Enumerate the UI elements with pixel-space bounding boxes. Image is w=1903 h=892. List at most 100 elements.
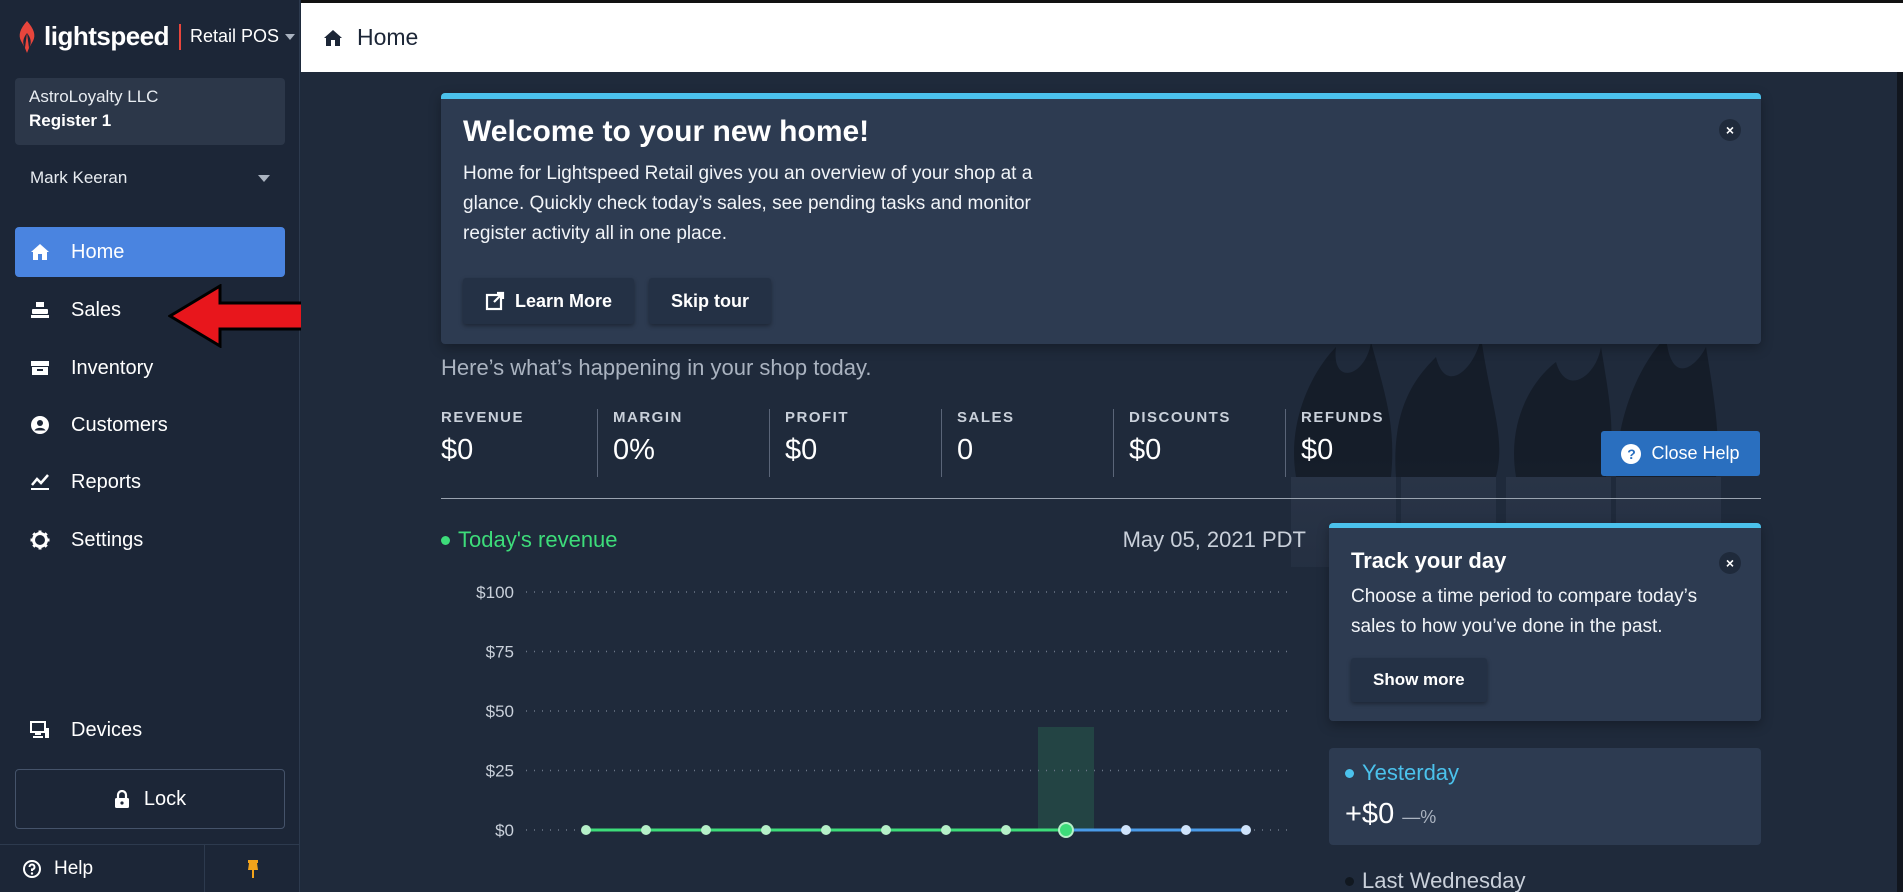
- metric-sales: SALES 0: [957, 409, 1114, 477]
- todays-revenue-text: Today's revenue: [458, 527, 618, 552]
- page-title: Home: [357, 24, 419, 50]
- metrics-row: REVENUE $0 MARGIN 0% PROFIT $0 SALES 0 D…: [441, 409, 1473, 477]
- legend-dot: [441, 535, 450, 545]
- close-help-button[interactable]: ? Close Help: [1601, 431, 1760, 476]
- scrollbar[interactable]: [1897, 72, 1903, 892]
- sidebar-item-label: Customers: [71, 413, 168, 436]
- lock-button[interactable]: Lock: [15, 769, 285, 829]
- show-more-button[interactable]: Show more: [1351, 658, 1487, 702]
- sidebar-item-devices[interactable]: Devices: [15, 705, 285, 755]
- metric-value: $0: [785, 434, 818, 466]
- external-link-icon: [485, 291, 505, 311]
- data-point[interactable]: [1121, 825, 1131, 835]
- track-title: Track your day: [1351, 548, 1507, 573]
- gear-icon: [29, 529, 51, 551]
- app-switcher[interactable]: lightspeed Retail POS: [0, 0, 300, 73]
- data-point[interactable]: [1001, 825, 1011, 835]
- metric-discounts: DISCOUNTS $0: [1129, 409, 1286, 477]
- last-wednesday-label[interactable]: Last Wednesday: [1345, 868, 1525, 892]
- yesterday-value: +$0 —%: [1345, 798, 1745, 831]
- pin-icon: [247, 859, 258, 878]
- skip-tour-button[interactable]: Skip tour: [649, 278, 772, 324]
- main-content: Welcome to your new home! Home for Light…: [301, 72, 1901, 892]
- sidebar-item-label: Settings: [71, 528, 144, 551]
- brand-separator: [179, 23, 182, 50]
- pin-button[interactable]: [204, 845, 300, 892]
- y-tick-label: $50: [486, 702, 514, 721]
- data-point[interactable]: [1181, 825, 1191, 835]
- track-your-day-card: Track your day Choose a time period to c…: [1329, 523, 1761, 721]
- metric-label: MARGIN: [613, 409, 683, 426]
- y-tick-label: $0: [495, 821, 514, 840]
- data-point[interactable]: [881, 825, 891, 835]
- welcome-title: Welcome to your new home!: [463, 115, 870, 148]
- data-point[interactable]: [1241, 825, 1251, 835]
- metric-label: PROFIT: [785, 409, 849, 426]
- current-hour-highlight: [1038, 727, 1094, 830]
- close-help-label: Close Help: [1651, 443, 1740, 463]
- chevron-down-icon: [258, 174, 270, 182]
- sidebar-item-customers[interactable]: Customers: [15, 400, 285, 450]
- legend-dot: [1345, 876, 1354, 886]
- sidebar-item-reports[interactable]: Reports: [15, 457, 285, 507]
- help-bar: Help: [0, 844, 300, 892]
- yesterday-comparison-card[interactable]: Yesterday +$0 —%: [1329, 748, 1761, 845]
- store-register-box[interactable]: AstroLoyalty LLC Register 1: [15, 78, 285, 145]
- help-button[interactable]: Help: [0, 845, 204, 892]
- metric-revenue: REVENUE $0: [441, 409, 598, 477]
- data-point[interactable]: [701, 825, 711, 835]
- metric-refunds: REFUNDS $0: [1301, 409, 1458, 477]
- inventory-icon: [29, 357, 51, 379]
- metric-value: 0: [957, 434, 974, 466]
- chevron-down-icon: [285, 33, 296, 40]
- data-point[interactable]: [821, 825, 831, 835]
- close-welcome-button[interactable]: ×: [1719, 119, 1741, 141]
- home-icon: [324, 29, 342, 46]
- metric-profit: PROFIT $0: [785, 409, 942, 477]
- sidebar: lightspeed Retail POS AstroLoyalty LLC R…: [0, 0, 300, 892]
- show-more-label: Show more: [1373, 670, 1465, 689]
- data-point[interactable]: [641, 825, 651, 835]
- metric-value: $0: [1129, 434, 1162, 466]
- divider: [441, 498, 1761, 499]
- data-point[interactable]: [761, 825, 771, 835]
- welcome-body: Home for Lightspeed Retail gives you an …: [463, 163, 1033, 244]
- user-menu[interactable]: Mark Keeran: [15, 160, 285, 196]
- learn-more-label: Learn More: [515, 290, 613, 311]
- metric-margin: MARGIN 0%: [613, 409, 770, 477]
- revenue-date: May 05, 2021 PDT: [1122, 527, 1306, 552]
- learn-more-button[interactable]: Learn More: [463, 278, 635, 324]
- metric-label: DISCOUNTS: [1129, 409, 1231, 426]
- help-icon: [23, 859, 41, 878]
- sidebar-item-settings[interactable]: Settings: [15, 515, 285, 565]
- sidebar-item-label: Home: [71, 240, 125, 263]
- metric-label: SALES: [957, 409, 1015, 426]
- last-wednesday-text: Last Wednesday: [1362, 868, 1526, 892]
- user-name: Mark Keeran: [30, 168, 128, 187]
- tagline: Here’s what’s happening in your shop tod…: [441, 355, 872, 380]
- lock-icon: [114, 790, 129, 808]
- sidebar-item-home[interactable]: Home: [15, 227, 285, 277]
- data-point[interactable]: [941, 825, 951, 835]
- yesterday-amount: +$0: [1345, 798, 1395, 830]
- data-point[interactable]: [1058, 822, 1074, 838]
- question-icon: ?: [1621, 443, 1642, 464]
- devices-icon: [29, 719, 51, 741]
- metric-value: 0%: [613, 434, 655, 466]
- sidebar-item-label: Devices: [71, 718, 143, 741]
- register-name: Register 1: [29, 111, 112, 130]
- top-bar: Home: [301, 0, 1903, 72]
- metric-value: $0: [1301, 434, 1334, 466]
- metric-value: $0: [441, 434, 474, 466]
- sidebar-item-label: Sales: [71, 298, 122, 321]
- y-tick-label: $75: [486, 643, 514, 662]
- brand-name: lightspeed: [44, 21, 170, 51]
- product-name: Retail POS: [190, 26, 280, 46]
- legend-dot: [1345, 768, 1354, 778]
- red-arrow-annotation: [168, 284, 310, 348]
- sidebar-item-inventory[interactable]: Inventory: [15, 343, 285, 393]
- close-track-button[interactable]: ×: [1719, 552, 1741, 574]
- todays-revenue-label: Today's revenue: [441, 527, 618, 553]
- data-point[interactable]: [581, 825, 591, 835]
- y-tick-label: $25: [486, 762, 514, 781]
